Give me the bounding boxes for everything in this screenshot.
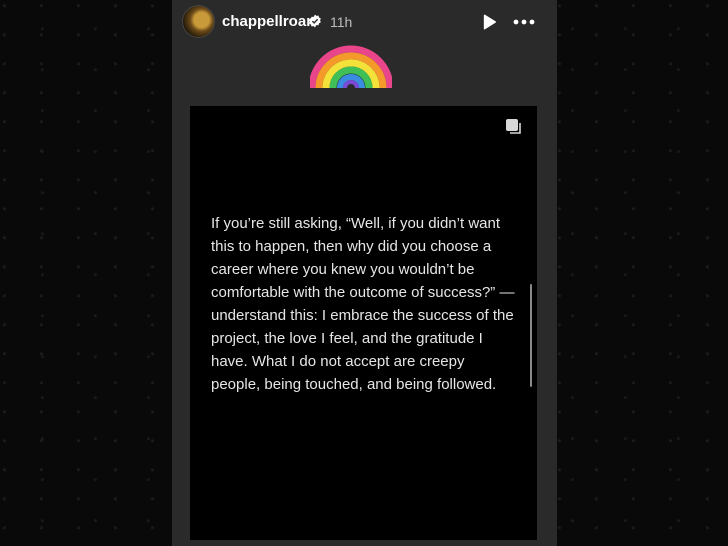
username[interactable]: chappellroan bbox=[222, 13, 315, 30]
post-card[interactable]: If you’re still asking, “Well, if you di… bbox=[190, 106, 537, 540]
story-viewer[interactable]: chappellroan 11h If you’re still asking,… bbox=[172, 0, 557, 546]
profile-avatar[interactable] bbox=[182, 5, 215, 38]
carousel-copy-icon bbox=[506, 119, 521, 134]
timestamp: 11h bbox=[330, 14, 353, 30]
scroll-indicator bbox=[530, 284, 532, 387]
story-header: chappellroan 11h bbox=[172, 0, 557, 44]
play-icon[interactable] bbox=[480, 13, 498, 31]
more-options-icon[interactable] bbox=[513, 14, 535, 30]
glitter-rainbow-sticker bbox=[310, 45, 392, 89]
verified-badge-icon bbox=[309, 14, 321, 28]
post-text: If you’re still asking, “Well, if you di… bbox=[211, 215, 515, 393]
